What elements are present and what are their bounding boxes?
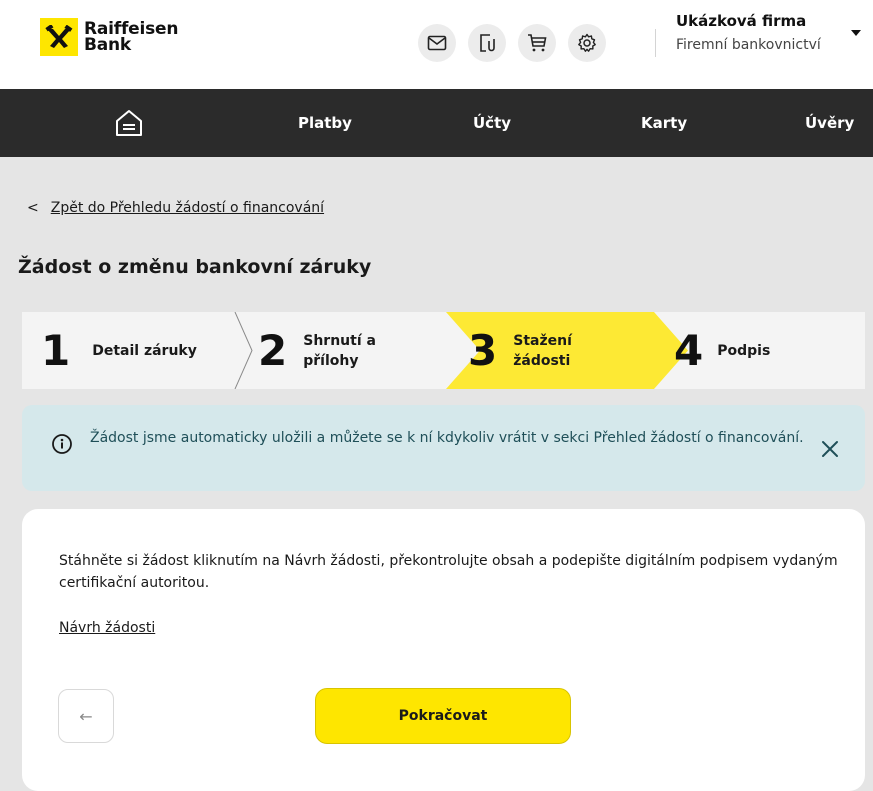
step-label: Stažení žádosti — [513, 331, 572, 371]
mail-button[interactable] — [418, 24, 456, 62]
settings-button[interactable] — [568, 24, 606, 62]
back-button[interactable]: ← — [58, 689, 114, 743]
main-navigation: Platby Účty Karty Úvěry — [0, 89, 873, 157]
raiffeisen-logo-icon — [40, 18, 78, 56]
step-label-line: Shrnutí a — [303, 332, 376, 349]
mail-icon — [427, 35, 447, 51]
step-2: 2 Shrnutí a přílohy — [258, 312, 376, 389]
step-number: 3 — [468, 325, 498, 375]
breadcrumb-back[interactable]: < Zpět do Přehledu žádostí o financování — [27, 200, 324, 216]
step-label-line: Stažení — [513, 332, 572, 349]
nav-item-uvery[interactable]: Úvěry — [805, 114, 854, 132]
step-label-line: přílohy — [303, 352, 359, 369]
settings-icon — [578, 33, 596, 52]
header-icon-buttons — [418, 24, 606, 62]
home-icon — [116, 110, 142, 136]
step-number: 2 — [258, 325, 288, 375]
step-number: 4 — [674, 325, 704, 375]
close-icon[interactable] — [820, 439, 840, 463]
info-message: Žádost jsme automaticky uložili a můžete… — [90, 430, 804, 446]
continue-button[interactable]: Pokračovat — [315, 688, 571, 744]
page-title: Žádost o změnu bankovní záruky — [18, 256, 372, 278]
brand-name: Raiffeisen Bank — [84, 21, 178, 55]
company-switcher[interactable]: Ukázková firma Firemní bankovnictví — [676, 12, 821, 53]
step-number: 1 — [41, 325, 71, 375]
step-label-line: žádosti — [513, 352, 571, 369]
raiffeisen-logo[interactable]: Raiffeisen Bank — [40, 18, 178, 56]
step-label: Podpis — [717, 341, 770, 361]
info-icon — [51, 433, 73, 459]
continue-button-label: Pokračovat — [398, 708, 488, 724]
header-divider — [655, 29, 656, 57]
company-name: Ukázková firma — [676, 12, 807, 30]
chevron-left-icon: < — [27, 200, 39, 216]
step-1: 1 Detail záruky — [41, 312, 197, 389]
nav-item-karty[interactable]: Karty — [641, 114, 687, 132]
step-label-line: Podpis — [717, 342, 771, 359]
draft-request-link[interactable]: Návrh žádosti — [59, 620, 155, 636]
back-link[interactable]: Zpět do Přehledu žádostí o financování — [51, 200, 324, 216]
company-subtitle: Firemní bankovnictví — [676, 37, 821, 53]
step-4: 4 Podpis — [674, 312, 770, 389]
nav-item-ucty[interactable]: Účty — [473, 114, 511, 132]
document-clip-icon — [480, 34, 495, 52]
step-3-active: 3 Stažení žádosti — [468, 312, 572, 389]
brand-line2: Bank — [84, 35, 132, 55]
step-label: Detail záruky — [92, 341, 197, 361]
info-banner: Žádost jsme automaticky uložili a můžete… — [22, 405, 865, 491]
nav-item-platby[interactable]: Platby — [298, 114, 352, 132]
arrow-left-icon: ← — [79, 706, 93, 726]
content-card: Stáhněte si žádost kliknutím na Návrh žá… — [22, 509, 865, 791]
step-label-line: Detail záruky — [92, 342, 197, 359]
cart-icon — [528, 34, 547, 52]
documents-button[interactable] — [468, 24, 506, 62]
top-header: Raiffeisen Bank Ukázková firma Firemní b… — [0, 0, 873, 89]
instruction-text: Stáhněte si žádost kliknutím na Návrh žá… — [59, 553, 838, 591]
nav-home[interactable] — [114, 109, 144, 141]
cart-button[interactable] — [518, 24, 556, 62]
step-label: Shrnutí a přílohy — [303, 331, 376, 371]
caret-down-icon[interactable] — [851, 30, 861, 36]
progress-stepper: 1 Detail záruky 2 Shrnutí a přílohy 3 St… — [22, 312, 865, 389]
